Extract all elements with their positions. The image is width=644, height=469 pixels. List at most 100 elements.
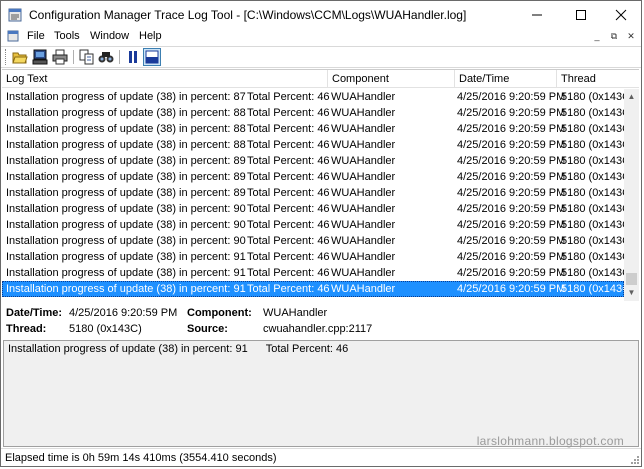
print-setup-icon[interactable] <box>31 48 49 66</box>
cell-datetime: 4/25/2016 9:20:59 PM <box>457 219 566 231</box>
table-row[interactable]: Installation progress of update (38) in … <box>2 121 634 137</box>
document-icon[interactable] <box>7 30 19 42</box>
table-row[interactable]: Installation progress of update (38) in … <box>2 249 634 265</box>
cell-datetime: 4/25/2016 9:20:59 PM <box>457 235 566 247</box>
datetime-value: 4/25/2016 9:20:59 PM <box>69 307 178 319</box>
window-title: Configuration Manager Trace Log Tool - [… <box>29 8 467 22</box>
cell-component: WUAHandler <box>331 91 396 103</box>
mdi-restore-button[interactable]: ⧉ <box>608 31 620 41</box>
app-icon <box>8 8 22 22</box>
column-header-log-text[interactable]: Log Text <box>2 70 328 88</box>
close-icon <box>615 9 627 21</box>
table-row[interactable]: Installation progress of update (38) in … <box>2 105 634 121</box>
cell-thread: 5180 (0x143C) <box>561 203 634 215</box>
cell-total: Total Percent: 46 <box>247 91 330 103</box>
table-row[interactable]: Installation progress of update (38) in … <box>2 185 634 201</box>
toolbar-grip[interactable] <box>5 49 8 65</box>
menu-help[interactable]: Help <box>139 29 162 43</box>
column-header-thread[interactable]: Thread <box>557 70 639 88</box>
cell-thread: 5180 (0x143C) <box>561 107 634 119</box>
menu-file[interactable]: File <box>27 29 45 43</box>
find-icon[interactable] <box>97 48 115 66</box>
message-pane[interactable]: Installation progress of update (38) in … <box>3 340 639 448</box>
cell-component: WUAHandler <box>331 267 396 279</box>
cell-datetime: 4/25/2016 9:20:59 PM <box>457 123 566 135</box>
cell-total: Total Percent: 46 <box>247 251 330 263</box>
mdi-close-button[interactable]: ✕ <box>625 31 637 41</box>
scroll-up-icon[interactable]: ▲ <box>624 89 639 105</box>
cell-datetime: 4/25/2016 9:20:59 PM <box>457 139 566 151</box>
close-button[interactable] <box>601 1 641 29</box>
table-row[interactable]: Installation progress of update (38) in … <box>2 89 634 105</box>
menu-window[interactable]: Window <box>90 29 129 43</box>
open-icon[interactable] <box>11 48 29 66</box>
menu-tools[interactable]: Tools <box>54 29 80 43</box>
maximize-button[interactable] <box>561 1 601 29</box>
table-row[interactable]: Installation progress of update (38) in … <box>2 153 634 169</box>
pause-icon[interactable] <box>124 48 142 66</box>
toolbar <box>1 46 641 68</box>
table-row[interactable]: Installation progress of update (38) in … <box>2 265 634 281</box>
thread-label: Thread: <box>6 323 47 335</box>
cell-datetime: 4/25/2016 9:20:59 PM <box>457 267 566 279</box>
cell-total: Total Percent: 46 <box>247 235 330 247</box>
mdi-minimize-button[interactable]: _ <box>591 31 603 41</box>
cell-thread: 5180 (0x143C) <box>561 251 634 263</box>
vertical-scrollbar[interactable]: ▲ ▼ <box>624 89 639 301</box>
app-window: Configuration Manager Trace Log Tool - [… <box>0 0 642 467</box>
resize-grip-icon[interactable] <box>630 455 640 465</box>
cell-thread: 5180 (0x143C) <box>561 171 634 183</box>
table-row-selected[interactable]: Installation progress of update (38) in … <box>2 281 634 297</box>
cell-thread: 5180 (0x143C) <box>561 187 634 199</box>
cell-component: WUAHandler <box>331 155 396 167</box>
cell-component: WUAHandler <box>331 187 396 199</box>
cell-total: Total Percent: 46 <box>247 187 330 199</box>
cell-text: Installation progress of update (38) in … <box>6 91 246 103</box>
cell-text: Installation progress of update (38) in … <box>6 139 246 151</box>
cell-thread: 5180 (0x143C) <box>561 91 634 103</box>
cell-datetime: 4/25/2016 9:20:59 PM <box>457 187 566 199</box>
cell-total: Total Percent: 46 <box>247 219 330 231</box>
scroll-thumb[interactable] <box>626 273 637 285</box>
minimize-icon <box>532 14 542 16</box>
cell-datetime: 4/25/2016 9:20:59 PM <box>457 107 566 119</box>
table-row[interactable]: Installation progress of update (38) in … <box>2 169 634 185</box>
minimize-button[interactable] <box>517 1 557 29</box>
cell-text: Installation progress of update (38) in … <box>6 219 246 231</box>
table-row[interactable]: Installation progress of update (38) in … <box>2 201 634 217</box>
cell-text: Installation progress of update (38) in … <box>6 235 246 247</box>
table-row[interactable]: Installation progress of update (38) in … <box>2 217 634 233</box>
message-text: Installation progress of update (38) in … <box>8 343 349 355</box>
status-bar: Elapsed time is 0h 59m 14s 410ms (3554.4… <box>1 448 641 466</box>
cell-component: WUAHandler <box>331 203 396 215</box>
cell-datetime: 4/25/2016 9:20:59 PM <box>457 251 566 263</box>
table-row[interactable]: Installation progress of update (38) in … <box>2 137 634 153</box>
table-row[interactable]: Installation progress of update (38) in … <box>2 233 634 249</box>
cell-thread: 5180 (0x143C) <box>561 123 634 135</box>
cell-component: WUAHandler <box>331 123 396 135</box>
cell-total: Total Percent: 46 <box>247 203 330 215</box>
toolbar-separator <box>119 50 120 64</box>
cell-component: WUAHandler <box>331 107 396 119</box>
highlight-icon[interactable] <box>143 48 161 66</box>
cell-text: Installation progress of update (38) in … <box>6 107 246 119</box>
copy-icon[interactable] <box>78 48 96 66</box>
cell-datetime: 4/25/2016 9:20:59 PM <box>457 91 566 103</box>
cell-total: Total Percent: 46 <box>247 107 330 119</box>
column-header-component[interactable]: Component <box>328 70 455 88</box>
cell-total: Total Percent: 46 <box>247 123 330 135</box>
log-list[interactable]: Log Text Component Date/Time Thread Inst… <box>2 69 639 301</box>
column-header-datetime[interactable]: Date/Time <box>455 70 557 88</box>
title-bar[interactable]: Configuration Manager Trace Log Tool - [… <box>1 1 641 29</box>
print-icon[interactable] <box>51 48 69 66</box>
cell-component: WUAHandler <box>331 219 396 231</box>
scroll-down-icon[interactable]: ▼ <box>624 285 639 301</box>
cell-datetime: 4/25/2016 9:20:59 PM <box>457 155 566 167</box>
cell-component: WUAHandler <box>331 139 396 151</box>
menu-bar: File Tools Window Help _ ⧉ ✕ <box>1 29 641 45</box>
focus-rectangle <box>2 281 624 297</box>
cell-component: WUAHandler <box>331 235 396 247</box>
toolbar-separator <box>73 50 74 64</box>
cell-text: Installation progress of update (38) in … <box>6 267 246 279</box>
cell-text: Installation progress of update (38) in … <box>6 171 246 183</box>
